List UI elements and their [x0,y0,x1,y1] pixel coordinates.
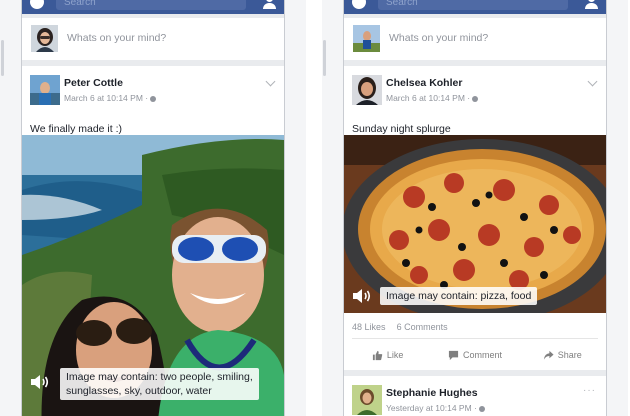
comments-count[interactable]: 6 Comments [397,322,448,332]
globe-icon [150,95,157,102]
chevron-down-icon[interactable] [587,76,598,87]
comment-icon [448,350,459,360]
volume-button [323,40,326,76]
messenger-icon[interactable] [30,0,44,9]
post-timestamp: March 6 at 10:14 PM · [386,93,479,103]
post-author[interactable]: Peter Cottle [64,77,123,89]
thumbs-up-icon [372,350,383,360]
alt-text-caption: Image may contain: pizza, food [380,287,538,305]
share-icon [543,350,554,360]
status-composer[interactable]: Whats on your mind? [22,18,284,60]
friends-icon[interactable] [262,0,276,10]
avatar [353,25,380,52]
post-actions: Like Comment Share [344,343,606,367]
search-input[interactable]: Search [56,0,246,10]
post-author[interactable]: Stephanie Hughes [386,387,478,399]
post-photo[interactable]: Image may contain: pizza, food [344,135,606,313]
navbar: Search [22,0,284,14]
more-options-icon[interactable]: ··· [583,385,596,396]
post-timestamp: March 6 at 10:14 PM · [64,93,157,103]
post-text: Sunday night splurge [352,123,451,135]
screen: Search Whats on your mind? Peter Cottle … [22,0,284,416]
composer-prompt: Whats on your mind? [67,32,167,44]
comment-button[interactable]: Comment [431,343,518,367]
likes-count[interactable]: 48 Likes [352,322,386,332]
phone-bezel-right [606,0,628,416]
chevron-down-icon[interactable] [265,76,276,87]
post-timestamp: Yesterday at 10:14 PM · [386,403,485,413]
avatar[interactable] [352,385,382,415]
avatar[interactable] [352,75,382,105]
speaker-icon[interactable] [30,374,50,390]
volume-button [1,40,4,76]
post-card: Peter Cottle March 6 at 10:14 PM · We fi… [22,66,284,416]
post-author[interactable]: Chelsea Kohler [386,77,462,89]
post-photo[interactable]: Image may contain: two people, smiling, … [22,135,284,416]
phone-left: Search Whats on your mind? Peter Cottle … [0,0,306,416]
reaction-stats[interactable]: 48 Likes 6 Comments [352,322,448,332]
post-text: We finally made it :) [30,123,123,135]
globe-icon [472,95,479,102]
composer-prompt: Whats on your mind? [389,32,489,44]
friends-icon[interactable] [584,0,598,10]
post-card: Chelsea Kohler March 6 at 10:14 PM · Sun… [344,66,606,370]
avatar[interactable] [30,75,60,105]
globe-icon [478,405,485,412]
speaker-icon[interactable] [352,288,372,304]
share-button[interactable]: Share [519,343,606,367]
search-input[interactable]: Search [378,0,568,10]
navbar: Search [344,0,606,14]
avatar [31,25,58,52]
screen: Search Whats on your mind? Chelsea Kohle… [344,0,606,416]
alt-text-caption: Image may contain: two people, smiling, … [60,368,259,400]
phone-bezel-right [284,0,306,416]
divider [352,338,598,339]
messenger-icon[interactable] [352,0,366,9]
phone-right: Search Whats on your mind? Chelsea Kohle… [322,0,628,416]
like-button[interactable]: Like [344,343,431,367]
status-composer[interactable]: Whats on your mind? [344,18,606,60]
post-card: Stephanie Hughes Yesterday at 10:14 PM ·… [344,376,606,416]
